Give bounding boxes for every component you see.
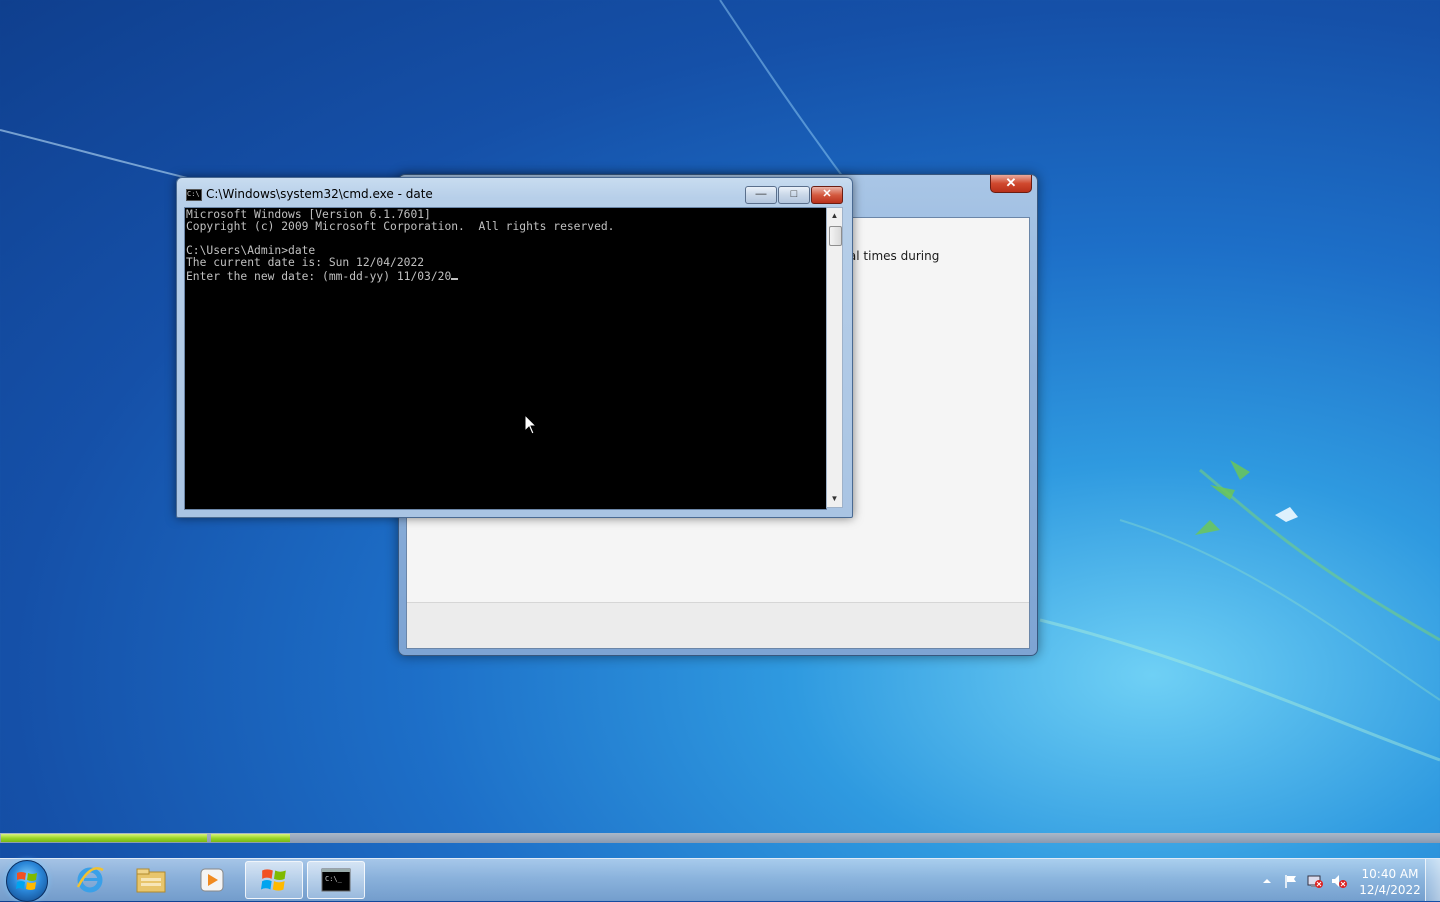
scroll-down-arrow-icon[interactable]: ▼ [827, 491, 842, 507]
volume-muted-icon[interactable] [1331, 873, 1347, 889]
folder-icon [136, 868, 166, 893]
taskbar-cmd-button[interactable]: C:\_ [307, 861, 365, 899]
cmd-icon: C:\ [186, 189, 202, 201]
progress-bar-2 [211, 834, 290, 842]
text-cursor [451, 269, 459, 280]
console-input-line[interactable]: Enter the new date: (mm-dd-yy) 11/03/20 [186, 270, 451, 283]
taskbar-explorer-button[interactable] [122, 861, 180, 899]
cmd-window-title: C:\Windows\system32\cmd.exe - date [206, 187, 433, 201]
taskbar-media-player-button[interactable] [183, 861, 241, 899]
cmd-icon: C:\_ [321, 868, 351, 892]
close-button[interactable]: ✕ [811, 186, 843, 204]
console-line: The current date is: Sun 12/04/2022 [186, 256, 425, 269]
start-button[interactable] [6, 860, 48, 902]
progress-bar-1 [1, 834, 207, 842]
console-output[interactable]: Microsoft Windows [Version 6.1.7601] Cop… [184, 207, 827, 510]
minimize-button[interactable]: — [745, 186, 777, 204]
clock-time: 10:40 AM [1361, 867, 1419, 881]
progress-strip [0, 833, 1440, 843]
show-hidden-icons-icon[interactable] [1259, 873, 1275, 889]
background-dialog-close-button[interactable]: ✕ [990, 175, 1032, 193]
taskbar: C:\_ 10:40 AM 12/4/2022 [0, 858, 1440, 902]
maximize-button[interactable]: □ [778, 186, 810, 204]
console-line: Copyright (c) 2009 Microsoft Corporation… [186, 220, 615, 233]
background-dialog-text: ral times during [844, 249, 940, 263]
background-dialog-footer [407, 602, 1029, 648]
cmd-window[interactable]: C:\ C:\Windows\system32\cmd.exe - date —… [176, 177, 853, 518]
windows-logo-icon [16, 872, 37, 890]
taskbar-windows-flag-button[interactable] [245, 861, 303, 899]
vertical-scrollbar[interactable]: ▲ ▼ [826, 207, 843, 508]
action-center-flag-icon[interactable] [1283, 873, 1299, 889]
svg-text:C:\_: C:\_ [325, 875, 343, 883]
show-desktop-button[interactable] [1425, 859, 1440, 901]
system-clock[interactable]: 10:40 AM 12/4/2022 [1358, 866, 1422, 898]
mouse-pointer-icon [524, 413, 538, 441]
network-icon[interactable] [1307, 873, 1323, 889]
scrollbar-thumb[interactable] [829, 226, 842, 246]
scroll-up-arrow-icon[interactable]: ▲ [827, 208, 842, 224]
windows-flag-icon [261, 869, 286, 891]
ie-icon [76, 867, 104, 893]
clock-date: 12/4/2022 [1359, 883, 1421, 897]
cmd-title-bar[interactable]: C:\ C:\Windows\system32\cmd.exe - date —… [177, 178, 852, 208]
media-player-icon [200, 868, 224, 892]
taskbar-ie-button[interactable] [61, 861, 119, 899]
